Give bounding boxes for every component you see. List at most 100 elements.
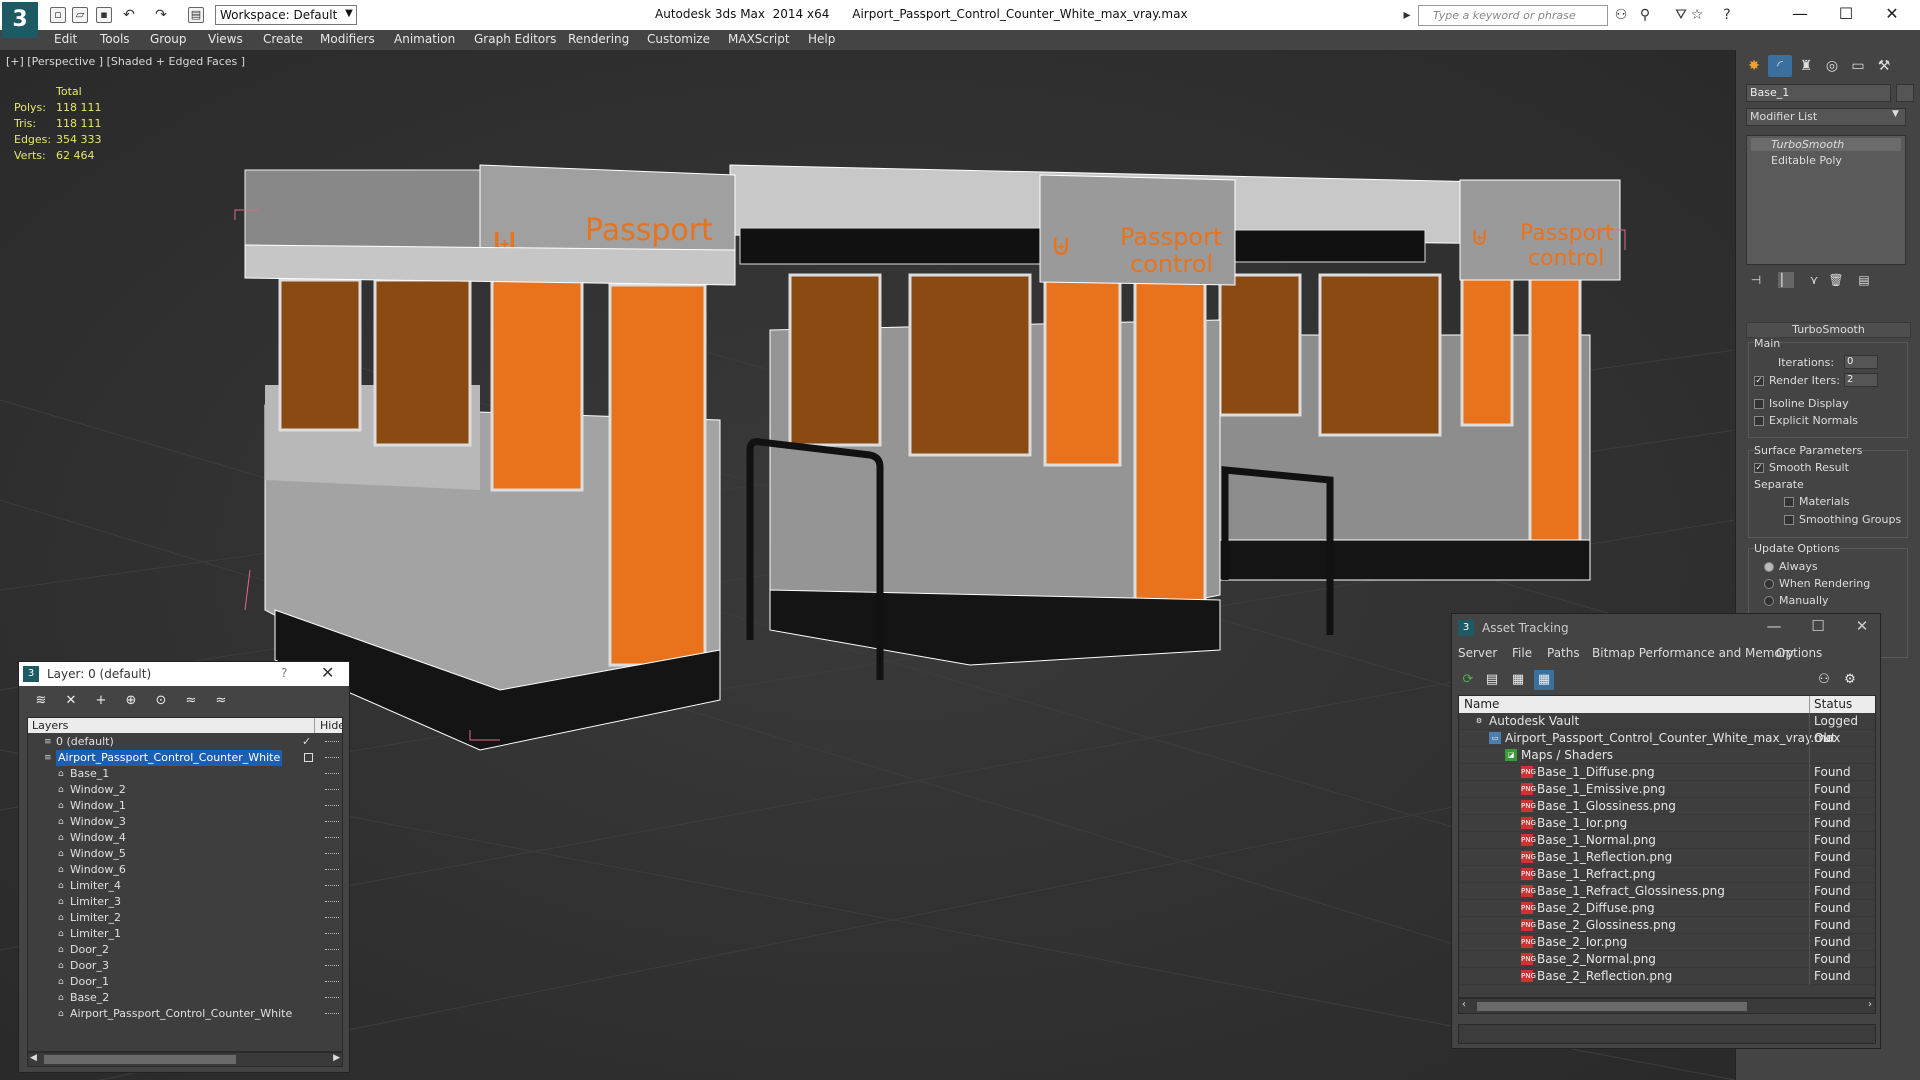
current-layer-check-icon[interactable]: ✓ — [302, 734, 311, 750]
vault-help-icon[interactable]: ⚇ — [1814, 670, 1834, 690]
menu-group[interactable]: Group — [150, 32, 187, 46]
close-button[interactable]: ✕ — [1872, 3, 1912, 27]
menu-help[interactable]: Help — [808, 32, 835, 46]
asset-row[interactable]: ▭ Airport_Passport_Control_Counter_White_… — [1459, 730, 1875, 747]
scroll-left-icon[interactable]: ‹ — [1462, 999, 1466, 1010]
delete-layer-icon[interactable]: ✕ — [61, 692, 81, 710]
smooth-result-checkbox[interactable]: ✓ — [1754, 463, 1764, 473]
stack-item-editable-poly[interactable]: Editable Poly — [1751, 154, 1842, 167]
hide-toggle[interactable] — [325, 789, 339, 791]
asset-row[interactable]: PNG Base_1_Refract_Glossiness.png Found — [1459, 883, 1875, 900]
layers-column-header[interactable]: Layers — [32, 719, 68, 732]
help-icon[interactable]: ? — [1718, 7, 1736, 23]
hide-toggle[interactable] — [325, 917, 339, 919]
menu-maxscript[interactable]: MAXScript — [728, 32, 790, 46]
scroll-left-icon[interactable]: ◀ — [30, 1053, 37, 1063]
asset-window-titlebar[interactable]: 3 Asset Tracking — ☐ ✕ — [1452, 614, 1880, 642]
menu-customize[interactable]: Customize — [647, 32, 710, 46]
hide-toggle[interactable] — [325, 773, 339, 775]
menu-rendering[interactable]: Rendering — [568, 32, 629, 46]
new-file-icon[interactable]: ▫ — [50, 7, 66, 23]
scrollbar-thumb[interactable] — [44, 1055, 236, 1064]
display-tab-icon[interactable]: ▭ — [1846, 55, 1870, 77]
hierarchy-tab-icon[interactable]: ♜ — [1794, 55, 1818, 77]
asset-row[interactable]: PNG Base_2_Glossiness.png Found — [1459, 917, 1875, 934]
hide-toggle[interactable] — [325, 949, 339, 951]
object-row[interactable]: ⌂ Window_4 — [28, 830, 342, 846]
layer-box-icon[interactable] — [304, 753, 313, 762]
object-row[interactable]: ⌂ Limiter_4 — [28, 878, 342, 894]
asset-row[interactable]: PNG Base_1_Glossiness.png Found — [1459, 798, 1875, 815]
maximize-button[interactable]: ☐ — [1826, 3, 1866, 27]
show-end-result-icon[interactable]: ▏ — [1778, 272, 1794, 288]
image-view-icon[interactable]: ▦ — [1508, 670, 1528, 690]
object-row[interactable]: ⌂ Airport_Passport_Control_Counter_White — [28, 1006, 342, 1022]
name-column-header[interactable]: Name — [1464, 697, 1499, 711]
maximize-button[interactable]: ☐ — [1798, 617, 1838, 635]
select-objects-icon[interactable]: ⊕ — [121, 692, 141, 710]
object-row[interactable]: ⌂ Window_1 — [28, 798, 342, 814]
object-row[interactable]: ⌂ Door_1 — [28, 974, 342, 990]
scroll-right-icon[interactable]: ▶ — [333, 1053, 340, 1063]
redo-icon[interactable]: ↷ — [152, 7, 170, 23]
undo-icon[interactable]: ↶ — [120, 7, 138, 23]
hide-toggle[interactable] — [325, 981, 339, 983]
asset-horizontal-scrollbar[interactable]: ‹ › — [1458, 998, 1876, 1014]
object-row[interactable]: ⌂ Door_3 — [28, 958, 342, 974]
menu-graph-editors[interactable]: Graph Editors — [474, 32, 556, 46]
menu-edit[interactable]: Edit — [54, 32, 77, 46]
hide-toggle[interactable] — [325, 885, 339, 887]
hide-toggle[interactable] — [325, 997, 339, 999]
help-icon[interactable]: ? — [281, 666, 287, 680]
star-icon[interactable]: ☆ — [1688, 7, 1706, 23]
new-layer-icon[interactable]: ≋ — [31, 692, 51, 710]
chevron-down-icon[interactable]: ▼ — [1892, 109, 1899, 119]
menu-bitmap-performance[interactable]: Bitmap Performance and Memory — [1592, 646, 1794, 660]
asset-row[interactable]: PNG Base_2_Ior.png Found — [1459, 934, 1875, 951]
object-row[interactable]: ⌂ Window_2 — [28, 782, 342, 798]
menu-tools[interactable]: Tools — [100, 32, 130, 46]
asset-row[interactable]: PNG Base_2_Normal.png Found — [1459, 951, 1875, 968]
configure-sets-icon[interactable]: ▤ — [1856, 272, 1872, 288]
project-folder-icon[interactable]: ▤ — [188, 7, 204, 23]
asset-row[interactable]: ◪ Maps / Shaders — [1459, 747, 1875, 764]
minimize-button[interactable]: — — [1754, 617, 1794, 635]
render-iters-spinner[interactable]: 2 — [1844, 373, 1878, 387]
menu-views[interactable]: Views — [208, 32, 243, 46]
minimize-button[interactable]: — — [1780, 3, 1820, 27]
hide-all-icon[interactable]: ≈ — [181, 692, 201, 710]
materials-checkbox[interactable] — [1784, 497, 1794, 507]
object-row[interactable]: ⌂ Window_3 — [28, 814, 342, 830]
workspace-dropdown[interactable]: Workspace: Default — [215, 5, 357, 25]
scrollbar-thumb[interactable] — [1477, 1002, 1747, 1011]
utilities-tab-icon[interactable]: ⚒ — [1872, 55, 1896, 77]
render-iters-checkbox[interactable]: ✓ — [1754, 376, 1764, 386]
object-row[interactable]: ⌂ Base_2 — [28, 990, 342, 1006]
status-column-header[interactable]: Status — [1814, 697, 1852, 711]
viewport-label[interactable]: [+] [Perspective ] [Shaded + Edged Faces… — [6, 55, 245, 68]
layer-horizontal-scrollbar[interactable]: ◀ ▶ — [27, 1052, 343, 1067]
object-row[interactable]: ⌂ Limiter_2 — [28, 910, 342, 926]
menu-file[interactable]: File — [1512, 646, 1532, 660]
object-color-swatch[interactable] — [1896, 84, 1914, 102]
hide-toggle[interactable] — [325, 741, 339, 743]
close-icon[interactable]: ✕ — [321, 663, 334, 682]
hide-toggle[interactable] — [325, 757, 339, 759]
scroll-right-icon[interactable]: › — [1868, 999, 1872, 1010]
modify-tab-icon[interactable]: ◜ — [1768, 55, 1792, 77]
object-row[interactable]: ⌂ Window_5 — [28, 846, 342, 862]
menu-options[interactable]: Options — [1776, 646, 1822, 660]
when-rendering-radio[interactable] — [1764, 579, 1774, 589]
hide-toggle[interactable] — [325, 805, 339, 807]
menu-modifiers[interactable]: Modifiers — [320, 32, 375, 46]
modifier-list-dropdown[interactable]: Modifier List — [1746, 108, 1906, 126]
asset-row[interactable]: PNG Base_1_Normal.png Found — [1459, 832, 1875, 849]
hide-toggle[interactable] — [325, 821, 339, 823]
asset-row[interactable]: ⚙ Autodesk Vault Logged Out — [1459, 713, 1875, 745]
object-row[interactable]: ⌂ Limiter_3 — [28, 894, 342, 910]
key-icon[interactable]: ⚲ — [1636, 7, 1654, 23]
binoculars-icon[interactable]: ⚇ — [1612, 7, 1630, 23]
asset-row[interactable]: PNG Base_1_Reflection.png Found — [1459, 849, 1875, 866]
asset-row[interactable]: PNG Base_1_Diffuse.png Found — [1459, 764, 1875, 781]
layer-row[interactable]: ≡ 0 (default) ✓ — [28, 734, 342, 750]
